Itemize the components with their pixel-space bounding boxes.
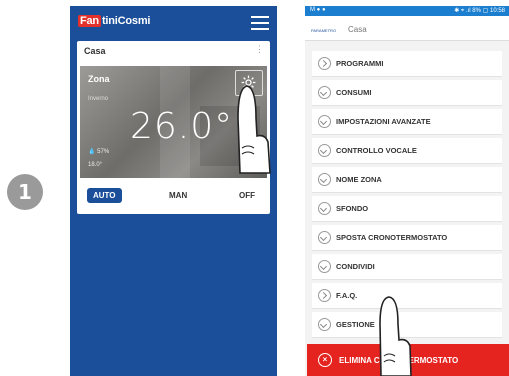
phone-screen-home: Fan tiniCosmi Casa ⋮ Zona Inverno 26.0° 💧… — [70, 6, 277, 376]
menu-item-label: CONSUMI — [336, 88, 372, 97]
menu-item-label: SFONDO — [336, 204, 369, 213]
app-header: Fan tiniCosmi — [70, 6, 277, 40]
zone-name: Zona — [88, 74, 110, 84]
mode-man-button[interactable]: MAN — [169, 191, 187, 200]
menu-item-label: NOME ZONA — [336, 175, 382, 184]
settings-header: PARAMETRO Casa — [305, 16, 509, 41]
menu-item-condividi[interactable]: CONDIVIDI — [312, 254, 502, 280]
menu-item-consumi[interactable]: CONSUMI — [312, 80, 502, 106]
chevron-down-icon — [318, 115, 331, 128]
menu-item-impostazioni-avanzate[interactable]: IMPOSTAZIONI AVANZATE — [312, 109, 502, 135]
mode-auto-button[interactable]: AUTO — [87, 188, 122, 203]
more-options-icon[interactable]: ⋮ — [255, 44, 264, 55]
temperature-readout: 26.0° — [130, 106, 234, 147]
menu-item-label: CONTROLLO VOCALE — [336, 146, 417, 155]
chevron-down-icon — [318, 144, 331, 157]
humidity-readout: 💧 57% — [88, 148, 109, 155]
menu-item-label: F.A.Q. — [336, 291, 358, 300]
menu-item-label: CONDIVIDI — [336, 262, 375, 271]
humidity-value: 57% — [97, 149, 110, 155]
brand-name: tiniCosmi — [101, 15, 151, 27]
chevron-down-icon — [318, 202, 331, 215]
setpoint-readout: 18.0° — [88, 162, 103, 168]
season-label: Inverno — [88, 96, 109, 102]
menu-item-label: PROGRAMMI — [336, 59, 384, 68]
status-bar: M ● ● ✱ ⌖ .ıl 8% ▢ 10:58 — [305, 6, 509, 16]
chevron-down-icon — [318, 86, 331, 99]
menu-item-label: SPOSTA CRONOTERMOSTATO — [336, 233, 448, 242]
menu-item-sposta-cronotermostato[interactable]: SPOSTA CRONOTERMOSTATO — [312, 225, 502, 251]
home-title: Casa — [84, 46, 106, 56]
menu-item-controllo-vocale[interactable]: CONTROLLO VOCALE — [312, 138, 502, 164]
chevron-right-icon — [318, 289, 331, 302]
mode-selector: AUTO MAN OFF — [77, 185, 270, 205]
header-tag: PARAMETRO — [311, 28, 337, 33]
menu-item-sfondo[interactable]: SFONDO — [312, 196, 502, 222]
step-number-badge: 1 — [7, 174, 43, 210]
menu-item-label: IMPOSTAZIONI AVANZATE — [336, 117, 431, 126]
close-circle-icon: × — [318, 353, 332, 367]
status-right: ✱ ⌖ .ıl 8% ▢ 10:58 — [454, 8, 505, 14]
pointing-hand-icon — [237, 85, 271, 174]
menu-item-programmi[interactable]: PROGRAMMI — [312, 51, 502, 77]
mode-off-button[interactable]: OFF — [239, 191, 255, 200]
status-left: M ● ● — [310, 7, 326, 13]
drop-icon: 💧 — [88, 149, 96, 155]
hamburger-menu-icon[interactable] — [251, 16, 269, 30]
header-title: Casa — [348, 25, 367, 34]
brand-mark: Fan — [78, 15, 101, 27]
phone-screen-settings-menu: M ● ● ✱ ⌖ .ıl 8% ▢ 10:58 PARAMETRO Casa … — [305, 6, 509, 376]
brand-logo: Fan tiniCosmi — [78, 15, 150, 27]
chevron-down-icon — [318, 318, 331, 331]
chevron-down-icon — [318, 260, 331, 273]
chevron-down-icon — [318, 231, 331, 244]
chevron-down-icon — [318, 173, 331, 186]
pointing-hand-icon — [379, 296, 412, 376]
chevron-right-icon — [318, 57, 331, 70]
menu-item-nome-zona[interactable]: NOME ZONA — [312, 167, 502, 193]
